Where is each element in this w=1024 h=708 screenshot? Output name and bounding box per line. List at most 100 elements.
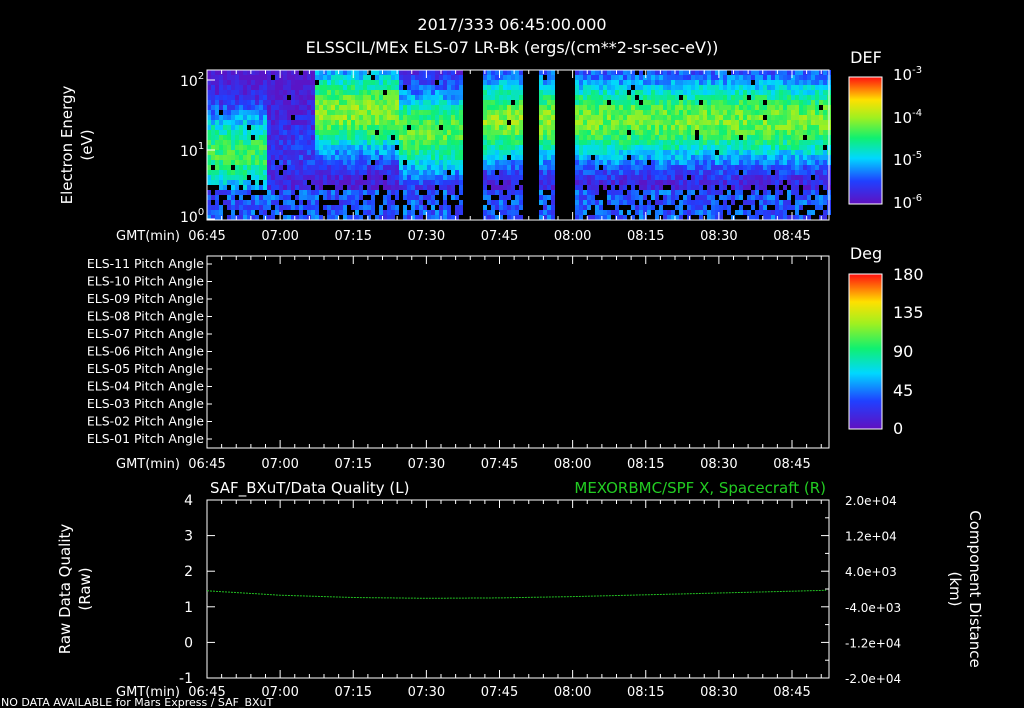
spectrogram-cell xyxy=(455,160,459,165)
spectrogram-cell xyxy=(275,195,279,200)
spectrogram-cell xyxy=(647,205,651,210)
spectrogram-cell xyxy=(475,170,479,175)
spectrogram-cell xyxy=(707,205,711,210)
spectrogram-cell xyxy=(263,145,267,150)
spectrogram-cell xyxy=(607,100,611,105)
spectrogram-cell xyxy=(391,200,395,205)
spectrogram-cell xyxy=(271,155,275,160)
spectrogram-cell xyxy=(311,115,315,120)
spectrogram-cell xyxy=(583,215,587,220)
spectrogram-cell xyxy=(343,135,347,140)
spectrogram-cell xyxy=(731,115,735,120)
spectrogram-cell xyxy=(415,210,419,215)
spectrogram-cell xyxy=(519,125,523,130)
spectrogram-cell xyxy=(675,80,679,85)
spectrogram-cell xyxy=(803,195,807,200)
spectrogram-cell xyxy=(483,200,487,205)
spectrogram-cell xyxy=(643,95,647,100)
spectrogram-cell xyxy=(583,155,587,160)
spectrogram-cell xyxy=(255,90,259,95)
spectrogram-cell xyxy=(707,110,711,115)
spectrogram-cell xyxy=(359,135,363,140)
spectrogram-cell xyxy=(279,140,283,145)
spectrogram-cell xyxy=(483,115,487,120)
spectrogram-cell xyxy=(279,155,283,160)
spectrogram-cell xyxy=(483,120,487,125)
spectrogram-cell xyxy=(799,130,803,135)
spectrogram-cell xyxy=(739,185,743,190)
spectrogram-cell xyxy=(803,160,807,165)
spectrogram-cell xyxy=(395,125,399,130)
spectrogram-cell xyxy=(391,130,395,135)
spectrogram-cell xyxy=(475,155,479,160)
spectrogram-cell xyxy=(243,195,247,200)
spectrogram-cell xyxy=(659,205,663,210)
spectrogram-cell xyxy=(271,170,275,175)
spectrogram-cell xyxy=(439,85,443,90)
spectrogram-cell xyxy=(611,140,615,145)
spectrogram-cell xyxy=(415,190,419,195)
spectrogram-cell xyxy=(475,205,479,210)
pitch-angle-panel: ELS-11 Pitch AngleELS-10 Pitch AngleELS-… xyxy=(87,244,924,472)
spectrogram-cell xyxy=(747,205,751,210)
spectrogram-cell xyxy=(291,190,295,195)
spectrogram-cell xyxy=(491,110,495,115)
spectrogram-cell xyxy=(591,120,595,125)
spectrogram-cell xyxy=(239,100,243,105)
spectrogram-cell xyxy=(295,165,299,170)
spectrogram-cell xyxy=(239,170,243,175)
spectrogram-cell xyxy=(283,75,287,80)
spectrogram-cell xyxy=(207,155,211,160)
spectrogram-cell xyxy=(527,90,531,95)
spectrogram-cell xyxy=(407,85,411,90)
spectrogram-cell xyxy=(327,75,331,80)
spectrogram-cell xyxy=(511,105,515,110)
spectrogram-cell xyxy=(791,110,795,115)
spectrogram-cell xyxy=(811,85,815,90)
spectrogram-cell xyxy=(243,160,247,165)
spectrogram-cell xyxy=(215,165,219,170)
spectrogram-cell xyxy=(287,215,291,220)
spectrogram-cell xyxy=(611,210,615,215)
spectrogram-cell xyxy=(807,135,811,140)
spectrogram-cell xyxy=(231,85,235,90)
spectrogram-cell xyxy=(763,180,767,185)
spectrogram-cell xyxy=(723,110,727,115)
spectrogram-cell xyxy=(239,210,243,215)
spectrogram-cell xyxy=(635,175,639,180)
spectrogram-cell xyxy=(343,105,347,110)
spectrogram-cell xyxy=(423,190,427,195)
spectrogram-cell xyxy=(575,200,579,205)
spectrogram-cell xyxy=(819,80,823,85)
spectrogram-cell xyxy=(735,150,739,155)
spectrogram-cell xyxy=(379,85,383,90)
spectrogram-cell xyxy=(243,70,247,75)
spectrogram-cell xyxy=(799,120,803,125)
spectrogram-cell xyxy=(459,170,463,175)
spectrogram-cell xyxy=(819,115,823,120)
spectrogram-cell xyxy=(579,190,583,195)
spectrogram-cell xyxy=(615,105,619,110)
spectrogram-cell xyxy=(579,90,583,95)
spectrogram-cell xyxy=(459,160,463,165)
spectrogram-cell xyxy=(583,165,587,170)
spectrogram-cell xyxy=(403,210,407,215)
spectrogram-cell xyxy=(807,95,811,100)
spectrogram-cell xyxy=(375,140,379,145)
spectrogram-cell xyxy=(299,195,303,200)
spectrogram-cell xyxy=(531,155,535,160)
spectrogram-cell xyxy=(739,80,743,85)
spectrogram-cell xyxy=(783,105,787,110)
spectrogram-cell xyxy=(783,120,787,125)
spectrogram-cell xyxy=(767,120,771,125)
spectrogram-cell xyxy=(355,70,359,75)
spectrogram-cell xyxy=(823,135,827,140)
spectrogram-cell xyxy=(495,70,499,75)
spectrogram-cell xyxy=(355,180,359,185)
spectrogram-cell xyxy=(407,115,411,120)
spectrogram-cell xyxy=(407,200,411,205)
spectrogram-cell xyxy=(303,85,307,90)
spectrogram-cell xyxy=(787,75,791,80)
spectrogram-cell xyxy=(311,120,315,125)
spectrogram-cell xyxy=(247,95,251,100)
